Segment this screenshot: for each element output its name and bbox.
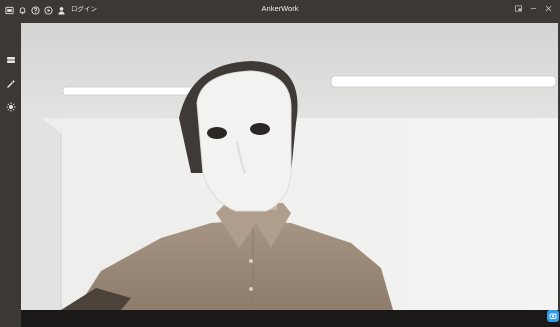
minimize-icon[interactable] xyxy=(528,3,539,14)
toolbar-left: ログイン xyxy=(4,4,97,16)
sidebar-item-camera[interactable] xyxy=(3,52,18,67)
help-icon[interactable] xyxy=(30,4,40,16)
window-controls xyxy=(513,3,554,14)
close-icon[interactable] xyxy=(543,3,554,14)
camera-frame-image xyxy=(21,23,558,310)
sidebar xyxy=(0,22,21,327)
title-bar: ログイン AnkerWork xyxy=(0,0,560,22)
screen-icon[interactable] xyxy=(4,4,14,16)
magic-wand-icon xyxy=(6,79,15,88)
pip-window-icon[interactable] xyxy=(513,3,524,14)
light-icon xyxy=(6,102,15,111)
sidebar-item-light[interactable] xyxy=(3,99,18,114)
camera-preview xyxy=(21,23,558,310)
user-icon[interactable] xyxy=(56,4,66,16)
capture-button[interactable] xyxy=(547,310,559,322)
camera-capture-icon xyxy=(549,313,557,319)
video-bottom-bar xyxy=(21,310,560,327)
play-icon[interactable] xyxy=(43,4,53,16)
login-link[interactable]: ログイン xyxy=(71,4,97,16)
notification-icon[interactable] xyxy=(17,4,27,16)
sidebar-item-effects[interactable] xyxy=(3,76,18,91)
camera-device-icon xyxy=(6,56,15,63)
